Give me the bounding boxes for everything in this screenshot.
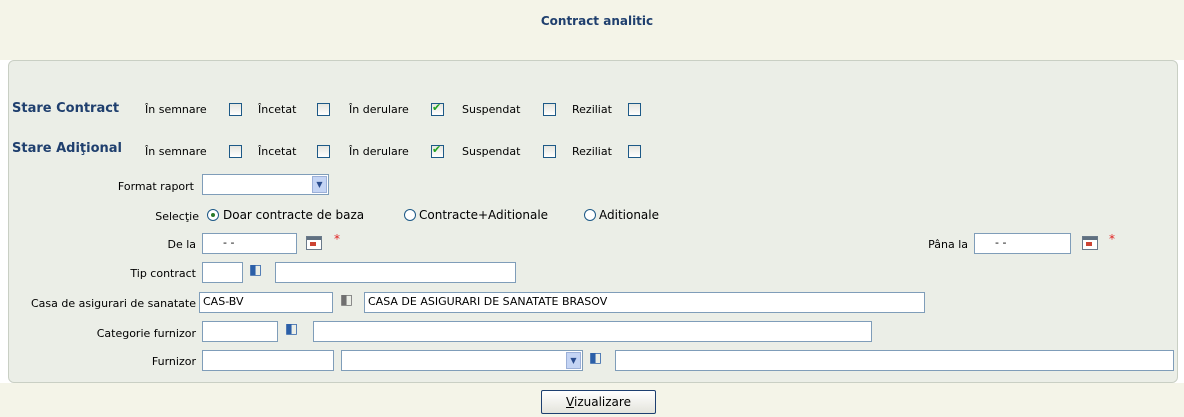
calendar-icon[interactable] bbox=[1082, 236, 1098, 250]
sa-incetat-checkbox[interactable] bbox=[317, 145, 330, 158]
vizualizare-accesskey: V bbox=[566, 395, 574, 409]
categorie-furnizor-name-input[interactable] bbox=[313, 321, 872, 342]
furnizor-code-input[interactable] bbox=[202, 350, 334, 371]
sc-suspendat-label: Suspendat bbox=[462, 103, 521, 116]
sa-in-derulare-label: În derulare bbox=[349, 145, 409, 158]
pana-la-required: * bbox=[1109, 232, 1115, 246]
sc-in-derulare-label: În derulare bbox=[349, 103, 409, 116]
sc-reziliat-checkbox[interactable] bbox=[628, 103, 641, 116]
radio-contracte-aditionale-label: Contracte+Aditionale bbox=[419, 208, 549, 222]
book-lookup-icon[interactable]: ◧ bbox=[285, 321, 301, 338]
book-lookup-icon[interactable]: ◧ bbox=[589, 350, 605, 367]
categorie-furnizor-code-input[interactable] bbox=[202, 321, 278, 342]
sa-suspendat-checkbox[interactable] bbox=[543, 145, 556, 158]
chevron-down-icon: ▼ bbox=[566, 352, 581, 369]
radio-contracte-aditionale[interactable] bbox=[404, 209, 416, 221]
casa-label: Casa de asigurari de sanatate bbox=[30, 297, 196, 310]
furnizor-label: Furnizor bbox=[151, 355, 196, 368]
sa-in-derulare-checkbox[interactable] bbox=[431, 143, 444, 158]
sc-in-semnare-label: În semnare bbox=[145, 103, 207, 116]
page-title: Contract analitic bbox=[540, 14, 654, 28]
stare-contract-label: Stare Contract bbox=[12, 101, 120, 116]
de-la-date-input[interactable]: - - bbox=[202, 233, 297, 254]
stare-aditional-label: Stare Adiţional bbox=[12, 141, 123, 156]
calendar-icon[interactable] bbox=[306, 236, 322, 250]
casa-name-input[interactable]: CASA DE ASIGURARI DE SANATATE BRASOV bbox=[364, 292, 925, 313]
tip-contract-name-input[interactable] bbox=[275, 262, 516, 283]
radio-aditionale[interactable] bbox=[584, 209, 596, 221]
format-raport-label: Format raport bbox=[117, 180, 194, 193]
tip-contract-label: Tip contract bbox=[130, 267, 196, 280]
format-raport-select[interactable]: ▼ bbox=[202, 174, 329, 195]
sc-in-derulare-checkbox[interactable] bbox=[431, 101, 444, 116]
sa-in-semnare-label: În semnare bbox=[145, 145, 207, 158]
radio-aditionale-label: Aditionale bbox=[599, 208, 660, 222]
header-bar bbox=[0, 0, 1184, 60]
pana-la-date-input[interactable]: - - bbox=[974, 233, 1071, 254]
sa-incetat-label: Încetat bbox=[258, 145, 297, 158]
categorie-furnizor-label: Categorie furnizor bbox=[96, 327, 196, 340]
sc-reziliat-label: Reziliat bbox=[572, 103, 612, 116]
radio-doar-contracte-label: Doar contracte de baza bbox=[223, 208, 365, 222]
vizualizare-button[interactable]: Vizualizare bbox=[541, 390, 656, 414]
sa-suspendat-label: Suspendat bbox=[462, 145, 521, 158]
de-la-label: De la bbox=[167, 238, 196, 251]
book-lookup-icon[interactable]: ◧ bbox=[340, 292, 356, 309]
tip-contract-code-input[interactable] bbox=[202, 262, 243, 283]
sc-incetat-checkbox[interactable] bbox=[317, 103, 330, 116]
sa-reziliat-checkbox[interactable] bbox=[628, 145, 641, 158]
radio-doar-contracte[interactable] bbox=[207, 209, 219, 221]
pana-la-label: Pâna la bbox=[928, 238, 968, 251]
sa-in-semnare-checkbox[interactable] bbox=[229, 145, 242, 158]
vizualizare-label: izualizare bbox=[573, 395, 631, 409]
chevron-down-icon: ▼ bbox=[312, 176, 327, 193]
book-lookup-icon[interactable]: ◧ bbox=[249, 262, 265, 279]
sc-in-semnare-checkbox[interactable] bbox=[229, 103, 242, 116]
casa-code-input[interactable]: CAS-BV bbox=[199, 292, 333, 313]
furnizor-select[interactable]: ▼ bbox=[341, 350, 583, 371]
sc-incetat-label: Încetat bbox=[258, 103, 297, 116]
sc-suspendat-checkbox[interactable] bbox=[543, 103, 556, 116]
sa-reziliat-label: Reziliat bbox=[572, 145, 612, 158]
furnizor-name-input[interactable] bbox=[615, 350, 1174, 371]
selectie-label: Selecţie bbox=[155, 210, 199, 223]
de-la-required: * bbox=[334, 232, 340, 246]
